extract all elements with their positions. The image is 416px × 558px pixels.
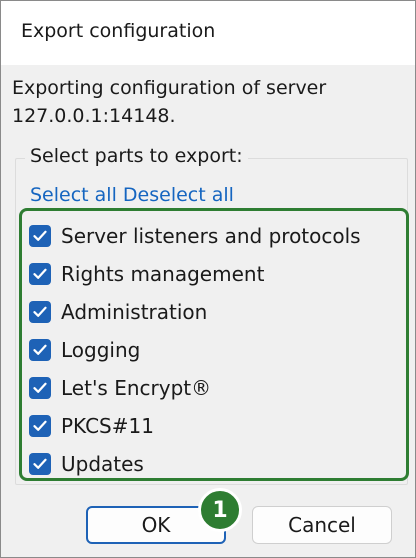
checkbox-checked-icon[interactable] bbox=[29, 263, 51, 285]
option-label: Administration bbox=[61, 300, 208, 324]
option-pkcs11[interactable]: PKCS#11 bbox=[29, 407, 404, 445]
option-label: PKCS#11 bbox=[61, 414, 154, 438]
title-bar: Export configuration bbox=[1, 1, 415, 65]
selection-links: Select all Deselect all bbox=[30, 181, 234, 209]
export-options-list: Server listeners and protocols Rights ma… bbox=[29, 217, 404, 483]
intro-text: Exporting configuration of server 127.0.… bbox=[12, 74, 407, 130]
checkbox-checked-icon[interactable] bbox=[29, 339, 51, 361]
option-server-listeners[interactable]: Server listeners and protocols bbox=[29, 217, 404, 255]
cancel-button[interactable]: Cancel bbox=[252, 506, 392, 544]
option-updates[interactable]: Updates bbox=[29, 445, 404, 483]
option-label: Let's Encrypt® bbox=[61, 376, 212, 400]
step-number-badge: 1 bbox=[198, 488, 242, 532]
dialog-title: Export configuration bbox=[21, 20, 216, 42]
intro-line-1: Exporting configuration of server bbox=[12, 77, 327, 99]
option-label: Server listeners and protocols bbox=[61, 224, 361, 248]
option-label: Updates bbox=[61, 452, 144, 476]
checkbox-checked-icon[interactable] bbox=[29, 453, 51, 475]
option-label: Rights management bbox=[61, 262, 265, 286]
option-administration[interactable]: Administration bbox=[29, 293, 404, 331]
checkbox-checked-icon[interactable] bbox=[29, 415, 51, 437]
checkbox-checked-icon[interactable] bbox=[29, 225, 51, 247]
export-configuration-dialog: Export configuration Exporting configura… bbox=[0, 0, 416, 558]
select-all-link[interactable]: Select all bbox=[30, 184, 117, 206]
option-lets-encrypt[interactable]: Let's Encrypt® bbox=[29, 369, 404, 407]
intro-line-2: 127.0.0.1:14148. bbox=[12, 105, 176, 127]
option-logging[interactable]: Logging bbox=[29, 331, 404, 369]
groupbox-legend: Select parts to export: bbox=[25, 143, 248, 169]
checkbox-checked-icon[interactable] bbox=[29, 301, 51, 323]
deselect-all-link[interactable]: Deselect all bbox=[123, 184, 234, 206]
option-rights-management[interactable]: Rights management bbox=[29, 255, 404, 293]
option-label: Logging bbox=[61, 338, 141, 362]
checkbox-checked-icon[interactable] bbox=[29, 377, 51, 399]
